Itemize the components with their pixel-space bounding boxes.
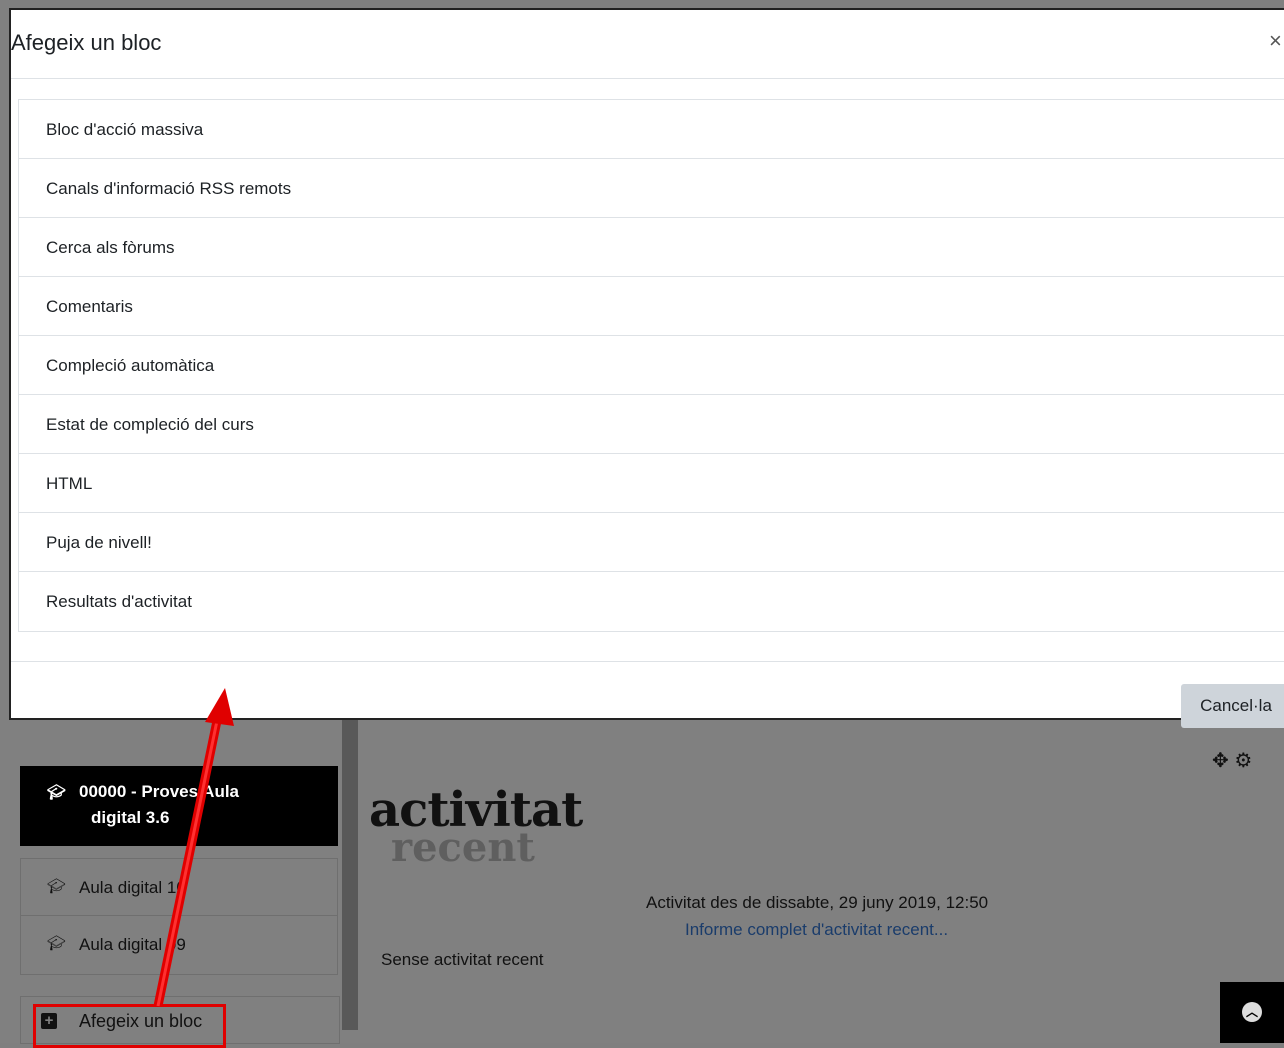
block-list-item[interactable]: Comentaris — [19, 277, 1284, 336]
block-logo-sub: recent — [391, 824, 535, 871]
modal-footer: Cancel·la — [11, 661, 1284, 728]
course-label-line2: digital 3.6 — [91, 808, 170, 827]
highlight-box — [33, 1004, 226, 1048]
cancel-button[interactable]: Cancel·la — [1181, 684, 1284, 728]
chevron-up-icon: ︿ — [1242, 1002, 1262, 1022]
gear-icon[interactable]: ⚙ — [1234, 750, 1252, 772]
course-item-active[interactable]: 🎓︎ 00000 - Proves Aula digital 3.6 — [20, 766, 338, 846]
block-list-item[interactable]: Estat de compleció del curs — [19, 395, 1284, 454]
modal-header: Afegeix un bloc × — [11, 10, 1284, 79]
add-block-modal: Afegeix un bloc × Bloc d'acció massiva Ca… — [9, 8, 1284, 728]
back-to-top-button[interactable]: ︿ — [1220, 982, 1284, 1043]
move-icon[interactable]: ✥ — [1212, 750, 1229, 772]
sidebar-scrollbar[interactable] — [342, 718, 358, 1030]
graduation-cap-icon: 🎓︎ — [47, 784, 67, 801]
block-controls[interactable]: ✥ ⚙ — [1212, 748, 1252, 773]
block-list-item[interactable]: Puja de nivell! — [19, 513, 1284, 572]
block-list-item[interactable]: Canals d'informació RSS remots — [19, 159, 1284, 218]
close-icon[interactable]: × — [1269, 28, 1282, 54]
course-label: Aula digital 09 — [79, 935, 186, 954]
block-list-item[interactable]: HTML — [19, 454, 1284, 513]
graduation-cap-icon: 🎓︎ — [47, 878, 67, 895]
block-list: Bloc d'acció massiva Canals d'informació … — [18, 99, 1284, 632]
no-activity-text: Sense activitat recent — [381, 950, 544, 969]
course-label: Aula digital 10 — [79, 878, 186, 897]
course-label-line1: 00000 - Proves Aula — [79, 782, 240, 801]
block-list-item[interactable]: Bloc d'acció massiva — [19, 100, 1284, 159]
graduation-cap-icon: 🎓︎ — [47, 935, 67, 952]
activity-since-text: Activitat des de dissabte, 29 juny 2019,… — [646, 893, 989, 912]
block-list-item[interactable]: Resultats d'activitat — [19, 572, 1284, 631]
modal-title: Afegeix un bloc — [11, 30, 162, 55]
full-report-link[interactable]: Informe complet d'activitat recent... — [685, 920, 948, 940]
block-list-item[interactable]: Compleció automàtica — [19, 336, 1284, 395]
course-item[interactable]: 🎓︎ Aula digital 10 — [20, 858, 338, 918]
block-list-item[interactable]: Cerca als fòrums — [19, 218, 1284, 277]
course-item[interactable]: 🎓︎ Aula digital 09 — [20, 915, 338, 975]
